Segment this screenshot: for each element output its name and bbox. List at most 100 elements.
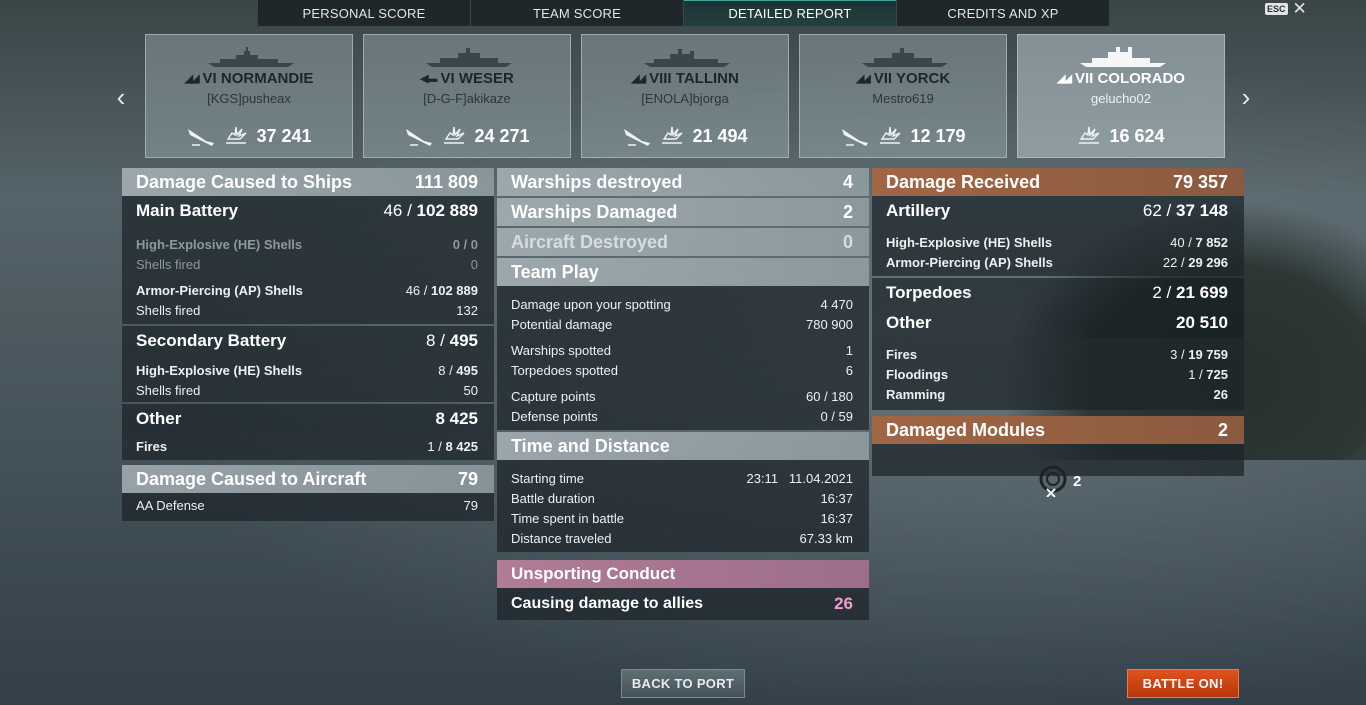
ship-card[interactable]: ◀▬ VI WESER [D-G-F]akikaze 24 271 <box>363 34 571 158</box>
damage-caused-ships-header: Damage Caused to Ships 111 809 <box>122 168 494 196</box>
card-damage: 37 241 <box>146 125 352 147</box>
damage-burst-icon <box>444 126 465 144</box>
recv-fires-row: Fires 3 / 19 759 <box>886 346 1228 362</box>
battle-on-button[interactable]: BATTLE ON! <box>1127 669 1239 698</box>
tab-personal-score[interactable]: PERSONAL SCORE <box>258 0 471 26</box>
secondary-battery-row: Secondary Battery 8 / 495 <box>122 326 494 356</box>
flag-icon: ◢◢ <box>184 73 200 85</box>
unsporting-header: Unsporting Conduct <box>497 560 869 588</box>
sunk-ship-icon <box>406 129 433 146</box>
battle-duration-row: Battle duration 16:37 <box>511 490 853 506</box>
fires-row: Fires 1 / 8 425 <box>136 438 478 454</box>
recv-he-row: High-Explosive (HE) Shells 40 / 7 852 <box>886 234 1228 250</box>
tab-detailed-report[interactable]: DETAILED REPORT <box>684 0 897 26</box>
potential-damage-row: Potential damage 780 900 <box>511 316 853 332</box>
ship-name: ◢◢ VII YORCK <box>855 70 951 87</box>
ship-card[interactable]: ◢◢ VII YORCK Mestro619 12 179 <box>799 34 1007 158</box>
close-button[interactable]: ESC ✕ <box>1265 0 1307 18</box>
card-damage: 16 624 <box>1018 125 1224 147</box>
warships-destroyed-row: Warships destroyed 4 <box>497 168 869 196</box>
player-name: gelucho02 <box>1091 91 1151 106</box>
aircraft-details: AA Defense 79 <box>122 493 494 521</box>
results-panel: Warships destroyed 4 Warships Damaged 2 Ai… <box>497 168 869 620</box>
flag-icon: ◢◢ <box>631 73 646 85</box>
time-distance-header: Time and Distance <box>497 432 869 460</box>
warships-damaged-row: Warships Damaged 2 <box>497 198 869 226</box>
card-damage: 12 179 <box>800 125 1006 147</box>
damaged-module-item: 2 <box>1035 465 1081 497</box>
damaged-modules-header: Damaged Modules 2 <box>872 416 1244 444</box>
ship-name: ◢◢ VI NORMANDIE <box>184 70 314 87</box>
team-play-header: Team Play <box>497 258 869 286</box>
damage-burst-icon <box>880 126 901 144</box>
damage-burst-icon <box>1079 126 1100 144</box>
he-shells-row: High-Explosive (HE) Shells 0 / 0 <box>136 236 478 252</box>
recv-floodings-row: Floodings 1 / 725 <box>886 366 1228 382</box>
capture-points-row: Capture points 60 / 180 <box>511 388 853 404</box>
flag-icon: ◢◢ <box>1057 73 1072 85</box>
sec-he-row: High-Explosive (HE) Shells 8 / 495 <box>136 362 478 378</box>
ship-card[interactable]: ◢◢ VIII TALLINN [ENOLA]bjorga 21 494 <box>581 34 789 158</box>
artillery-row: Artillery 62 / 37 148 <box>872 196 1244 226</box>
recv-other-row: Other 20 510 <box>872 308 1244 338</box>
main-battery-row: Main Battery 46 / 102 889 <box>122 196 494 226</box>
sunk-ship-icon <box>624 129 651 146</box>
player-name: [ENOLA]bjorga <box>641 91 729 106</box>
sunk-ship-icon <box>842 129 869 146</box>
time-distance-details: Starting time 23:11 11.04.2021 Battle dur… <box>497 460 869 552</box>
ship-name: ◢◢ VII COLORADO <box>1057 70 1185 87</box>
ship-name: ◢◢ VIII TALLINN <box>631 70 739 87</box>
ship-card[interactable]: ◢◢ VI NORMANDIE [KGS]pusheax 37 241 <box>145 34 353 158</box>
tab-bar: PERSONAL SCORE TEAM SCORE DETAILED REPOR… <box>257 0 1110 27</box>
recv-ramming-row: Ramming 26 <box>886 386 1228 402</box>
damage-received-header: Damage Received 79 357 <box>872 168 1244 196</box>
aircraft-destroyed-row: Aircraft Destroyed 0 <box>497 228 869 256</box>
damage-burst-icon <box>662 126 683 144</box>
distance-row: Distance traveled 67.33 km <box>511 530 853 546</box>
flag-icon: ◢◢ <box>855 73 871 85</box>
other-details: Fires 1 / 8 425 <box>122 434 494 460</box>
spotting-damage-row: Damage upon your spotting 4 470 <box>511 296 853 312</box>
back-to-port-button[interactable]: BACK TO PORT <box>621 669 745 698</box>
card-damage: 24 271 <box>364 125 570 147</box>
damage-burst-icon <box>226 126 247 144</box>
starting-time-row: Starting time 23:11 11.04.2021 <box>511 470 853 486</box>
torpedoes-spotted-row: Torpedoes spotted 6 <box>511 362 853 378</box>
defense-points-row: Defense points 0 / 59 <box>511 408 853 424</box>
ship-silhouette-icon <box>426 48 512 67</box>
tab-team-score[interactable]: TEAM SCORE <box>471 0 684 26</box>
flag-icon: ◀▬ <box>420 73 438 85</box>
sunk-ship-icon <box>188 129 215 146</box>
tab-credits-and-xp[interactable]: CREDITS AND XP <box>897 0 1109 26</box>
ship-name: ◀▬ VI WESER <box>420 70 514 87</box>
module-damage-icon <box>1039 465 1067 497</box>
damage-caused-panel: Damage Caused to Ships 111 809 Main Batte… <box>122 168 494 521</box>
damage-allies-row: Causing damage to allies 26 <box>497 588 869 620</box>
damage-received-panel: Damage Received 79 357 Artillery 62 / 37 1… <box>872 168 1244 476</box>
secondary-details: High-Explosive (HE) Shells 8 / 495 Shells… <box>122 356 494 402</box>
player-name: Mestro619 <box>872 91 934 106</box>
ship-silhouette-icon <box>644 49 730 67</box>
recv-other-details: Fires 3 / 19 759 Floodings 1 / 725 Ramming… <box>872 338 1244 410</box>
card-damage: 21 494 <box>582 125 788 147</box>
other-row: Other 8 425 <box>122 404 494 434</box>
ship-silhouette-icon <box>208 47 294 67</box>
time-spent-row: Time spent in battle 16:37 <box>511 510 853 526</box>
next-arrow-icon[interactable]: › <box>1236 84 1256 110</box>
ship-card-own[interactable]: ◢◢ VII COLORADO gelucho02 16 624 <box>1017 34 1225 158</box>
ship-silhouette-icon <box>1080 47 1166 67</box>
main-battery-details: High-Explosive (HE) Shells 0 / 0 Shells f… <box>122 226 494 324</box>
damage-aircraft-header: Damage Caused to Aircraft 79 <box>122 465 494 493</box>
warships-spotted-row: Warships spotted 1 <box>511 342 853 358</box>
he-shells-fired-row: Shells fired 0 <box>136 256 478 272</box>
torpedoes-row: Torpedoes 2 / 21 699 <box>872 278 1244 308</box>
player-name: [D-G-F]akikaze <box>423 91 511 106</box>
close-icon: ✕ <box>1292 0 1307 18</box>
prev-arrow-icon[interactable]: ‹ <box>111 84 131 110</box>
ap-shells-row: Armor-Piercing (AP) Shells 46 / 102 889 <box>136 282 478 298</box>
artillery-details: High-Explosive (HE) Shells 40 / 7 852 Arm… <box>872 226 1244 276</box>
ship-silhouette-icon <box>862 48 948 67</box>
esc-key-label: ESC <box>1265 3 1288 15</box>
ap-shells-fired-row: Shells fired 132 <box>136 302 478 318</box>
aa-defense-row: AA Defense 79 <box>136 497 478 513</box>
